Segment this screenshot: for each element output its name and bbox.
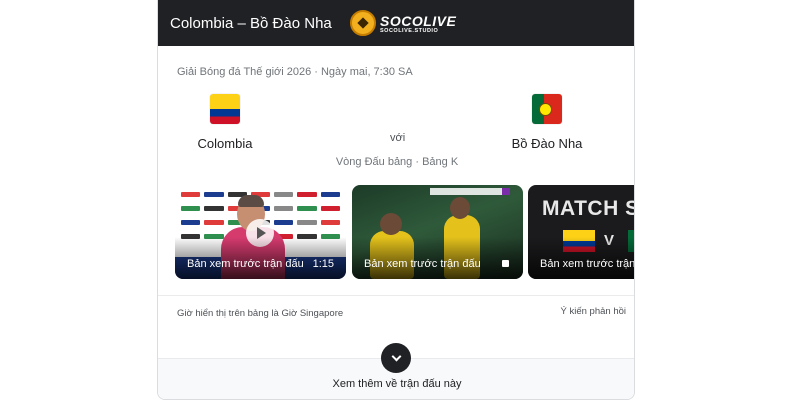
video-duration: 1:15	[312, 258, 334, 270]
away-team[interactable]: Bồ Đào Nha	[487, 94, 607, 151]
chevron-down-icon	[391, 351, 401, 361]
expand-button[interactable]	[381, 343, 411, 373]
live-indicator-icon	[502, 260, 509, 267]
soccer-ball-icon	[350, 10, 376, 36]
logo-name: SOCOLIVE	[380, 12, 457, 29]
socolive-logo: SOCOLIVE SOCOLIVE.STUDIO	[350, 10, 456, 36]
away-team-name: Bồ Đào Nha	[511, 136, 583, 151]
feedback-link[interactable]: Ý kiến phản hồi	[561, 306, 627, 317]
match-card: Colombia – Bồ Đào Nha SOCOLIVE SOCOLIVE.…	[157, 0, 635, 400]
home-team-name: Colombia	[197, 136, 253, 151]
video-thumbnail[interactable]: MATCH ST V Bản xem trước trận đấu	[528, 185, 635, 279]
portugal-flag-icon	[532, 94, 562, 124]
score-bug	[430, 188, 510, 195]
colombia-flag-icon	[210, 94, 240, 124]
video-label: Bản xem trước trận đấu	[187, 258, 304, 270]
divider	[158, 295, 634, 296]
timezone-note: Giờ hiển thị trên bảng là Giờ Singapore	[177, 308, 344, 319]
thumbnail-title: MATCH ST	[542, 197, 634, 220]
logo-subtitle: SOCOLIVE.STUDIO	[380, 27, 439, 34]
vs-label: với	[390, 132, 406, 144]
video-thumbnail[interactable]: Bản xem trước trận đấu	[352, 185, 523, 279]
card-header: Colombia – Bồ Đào Nha SOCOLIVE SOCOLIVE.…	[158, 0, 634, 46]
more-about-match-link[interactable]: Xem thêm về trận đấu này	[158, 378, 634, 390]
match-title[interactable]: Colombia – Bồ Đào Nha	[170, 15, 332, 32]
video-label: Bản xem trước trận đấu	[364, 258, 481, 270]
match-meta: Giải Bóng đá Thế giới 2026 · Ngày mai, 7…	[177, 66, 413, 78]
video-carousel[interactable]: Bản xem trước trận đấu 1:15 Bản xem trướ…	[175, 185, 635, 279]
video-label: Bản xem trước trận đấu	[540, 258, 635, 270]
video-thumbnail[interactable]: Bản xem trước trận đấu 1:15	[175, 185, 346, 279]
round-label: Vòng Đấu bảng · Bảng K	[335, 156, 459, 168]
home-team[interactable]: Colombia	[165, 94, 285, 151]
